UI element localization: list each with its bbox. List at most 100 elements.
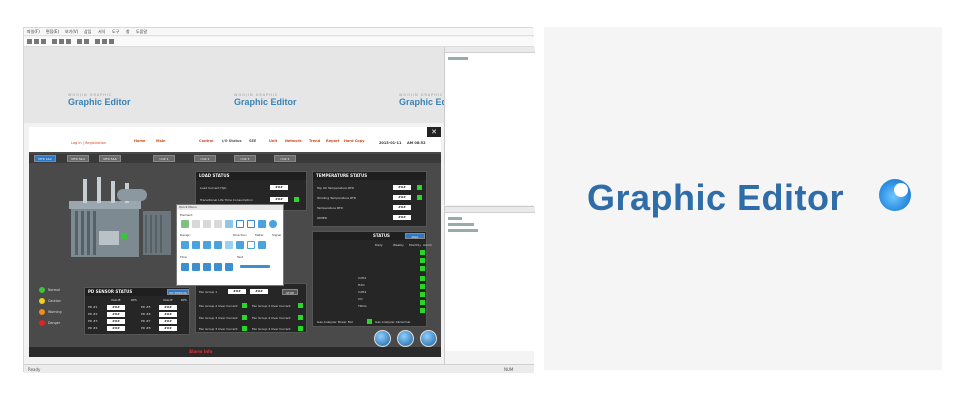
flow-icon[interactable] <box>181 263 189 271</box>
water-drop-logo-icon <box>879 179 911 211</box>
status-led <box>420 300 425 305</box>
rectangle-icon[interactable] <box>258 220 266 228</box>
tab-unit-2[interactable]: Unit 2 <box>194 155 216 162</box>
flow-icon[interactable] <box>225 263 233 271</box>
properties-panel <box>444 47 535 205</box>
menu-item[interactable]: 편집(E) <box>46 29 59 35</box>
nav-report[interactable]: Report <box>326 139 339 143</box>
signal-icon[interactable] <box>258 241 266 249</box>
design-icon[interactable] <box>181 241 189 249</box>
grid-icon[interactable] <box>95 39 100 44</box>
nav-see[interactable]: SEE <box>249 139 256 143</box>
round-action-button[interactable] <box>420 330 437 347</box>
status-led <box>420 266 425 271</box>
nav-io-status[interactable]: I/O Status <box>222 139 242 143</box>
direction-icon[interactable] <box>236 241 244 249</box>
transformer-image <box>69 177 171 257</box>
line-icon[interactable] <box>236 220 244 228</box>
login-link[interactable]: Log In | Registration <box>71 141 106 145</box>
component-palette-popup: Quick Menu Element Design Direction Mete… <box>176 204 284 286</box>
element-icon[interactable] <box>214 220 222 228</box>
text-arrow-icon[interactable] <box>240 265 270 268</box>
save-icon[interactable] <box>41 39 46 44</box>
nav-trend[interactable]: Trend <box>309 139 320 143</box>
flow-icon[interactable] <box>203 263 211 271</box>
time-display: AM 08:52 <box>407 141 426 145</box>
panel-header[interactable] <box>445 47 535 53</box>
canvas-header-area: WOOJIN GRAPHIC Graphic Editor WOOJIN GRA… <box>24 47 462 123</box>
design-icon[interactable] <box>203 241 211 249</box>
popup-title[interactable]: Quick Menu <box>177 205 283 210</box>
undo-icon[interactable] <box>77 39 82 44</box>
logo-highlight <box>894 183 908 197</box>
unit-tabs: MTR 1&2 MTR 3&4 MTR 5&6 Unit 1 Unit 2 Un… <box>29 154 441 163</box>
copy-icon[interactable] <box>59 39 64 44</box>
round-action-button[interactable] <box>397 330 414 347</box>
menu-item[interactable]: 도구 <box>112 29 119 35</box>
direction-icon[interactable] <box>225 241 233 249</box>
panel-row[interactable] <box>448 229 478 232</box>
panel-toolbar[interactable] <box>448 57 468 60</box>
meter-icon[interactable] <box>247 241 255 249</box>
close-icon[interactable]: ✕ <box>427 127 441 137</box>
element-icon[interactable] <box>181 220 189 228</box>
nav-main[interactable]: Main <box>156 139 166 143</box>
tab-unit-1[interactable]: Unit 1 <box>153 155 175 162</box>
nav-network[interactable]: Network <box>285 139 302 143</box>
open-file-icon[interactable] <box>34 39 39 44</box>
status-led <box>298 303 303 308</box>
panel-row[interactable] <box>448 223 474 226</box>
status-led <box>242 315 247 320</box>
menu-item[interactable]: 창 <box>126 29 130 35</box>
tab-unit-4[interactable]: Unit 4 <box>274 155 296 162</box>
round-action-button[interactable] <box>374 330 391 347</box>
polyline-icon[interactable] <box>247 220 255 228</box>
dga-button[interactable]: DGA <box>405 233 425 239</box>
nav-unit[interactable]: Unit <box>269 139 277 143</box>
design-icon[interactable] <box>192 241 200 249</box>
flow-icon[interactable] <box>192 263 200 271</box>
element-icon[interactable] <box>203 220 211 228</box>
status-led <box>294 197 299 202</box>
normal-indicator-icon <box>39 287 45 293</box>
element-icon[interactable] <box>225 220 233 228</box>
nav-hard-copy[interactable]: Hard Copy <box>344 139 365 143</box>
stop-button[interactable]: STOP <box>282 289 298 295</box>
tab-mtr-3-4[interactable]: MTR 3&4 <box>67 155 89 162</box>
design-icon[interactable] <box>214 241 222 249</box>
scada-header: Log In | Registration Home Main Control … <box>29 127 441 152</box>
new-file-icon[interactable] <box>27 39 32 44</box>
menu-item[interactable]: 파일(F) <box>27 29 40 35</box>
tab-mtr-1-2[interactable]: MTR 1&2 <box>34 155 56 162</box>
status-led <box>417 185 422 190</box>
layers-panel <box>444 206 535 351</box>
status-led <box>298 315 303 320</box>
nav-home[interactable]: Home <box>134 139 145 143</box>
warning-indicator-icon <box>39 309 45 315</box>
status-led <box>367 319 372 324</box>
menu-item[interactable]: 보기(V) <box>65 29 78 35</box>
cut-icon[interactable] <box>52 39 57 44</box>
element-icon[interactable] <box>192 220 200 228</box>
tab-mtr-5-6[interactable]: MTR 5&6 <box>99 155 121 162</box>
zoom-icon[interactable] <box>102 39 107 44</box>
status-led <box>420 308 425 313</box>
watermark-logo: WOOJIN GRAPHIC Graphic Editor <box>68 93 131 107</box>
status-led <box>298 326 303 331</box>
menu-item[interactable]: 도움말 <box>136 29 147 35</box>
ellipse-icon[interactable] <box>269 220 277 228</box>
align-icon[interactable] <box>109 39 114 44</box>
menu-item[interactable]: 삽입 <box>84 29 91 35</box>
pd-sensor-button[interactable]: PD SENSOR <box>167 289 189 295</box>
tab-unit-3[interactable]: Unit 3 <box>234 155 256 162</box>
menu-item[interactable]: 서식 <box>98 29 105 35</box>
nav-control[interactable]: Control <box>199 139 213 143</box>
panel-header[interactable] <box>445 207 535 213</box>
status-led <box>420 258 425 263</box>
panel-row[interactable] <box>448 217 462 220</box>
graphic-editor-logo-text: Graphic Editor <box>587 177 845 218</box>
flow-icon[interactable] <box>214 263 222 271</box>
status-led <box>420 250 425 255</box>
paste-icon[interactable] <box>66 39 71 44</box>
redo-icon[interactable] <box>84 39 89 44</box>
